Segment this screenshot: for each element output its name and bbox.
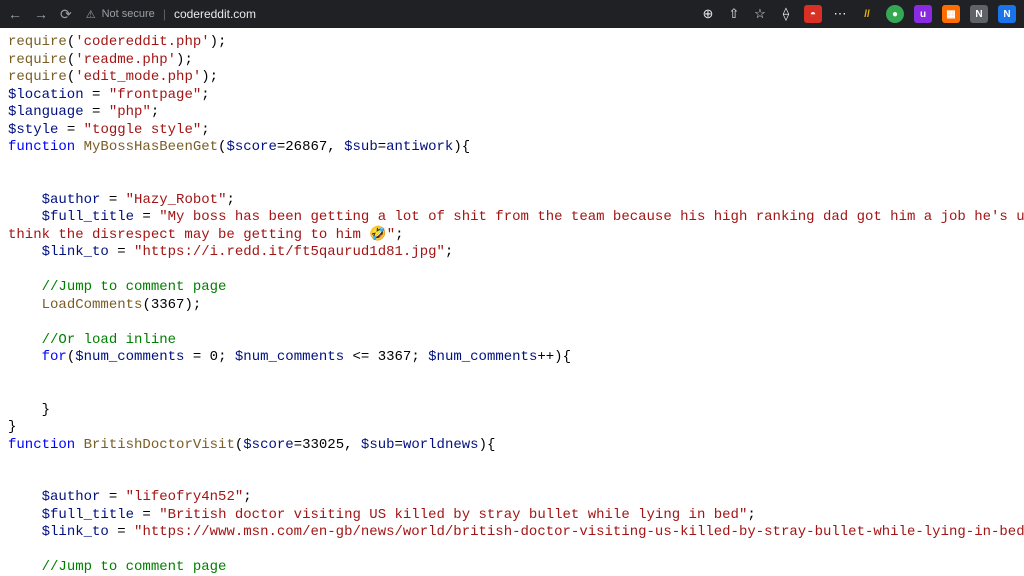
nav-controls: ← → ⟳ bbox=[8, 6, 72, 23]
comment-inline: //Or load inline bbox=[42, 332, 176, 348]
ext-purple-icon[interactable]: u bbox=[914, 5, 932, 23]
ext-bars-icon[interactable]: // bbox=[858, 5, 876, 23]
zoom-icon[interactable]: ⊕ bbox=[700, 6, 716, 22]
var-style: $style bbox=[8, 122, 58, 138]
reload-button[interactable]: ⟳ bbox=[60, 6, 72, 23]
insecure-label: Not secure bbox=[102, 8, 155, 20]
var-location: $location bbox=[8, 87, 84, 103]
code-content: require('codereddit.php'); require('read… bbox=[0, 28, 1024, 576]
var-link-to: $link_to bbox=[42, 524, 109, 540]
var-language: $language bbox=[8, 104, 84, 120]
keyword-function: function bbox=[8, 437, 75, 453]
address-bar[interactable]: ⚠ Not secure | codereddit.com bbox=[86, 7, 256, 21]
var-full-title: $full_title bbox=[42, 209, 134, 225]
comment-jump: //Jump to comment page bbox=[42, 559, 227, 575]
share-icon[interactable]: ⇧ bbox=[726, 6, 742, 22]
divider: | bbox=[161, 7, 168, 21]
keyword-for: for bbox=[42, 349, 67, 365]
var-author: $author bbox=[42, 192, 101, 208]
star-icon[interactable]: ☆ bbox=[752, 6, 768, 22]
require-call: require bbox=[8, 52, 67, 68]
browser-chrome: ← → ⟳ ⚠ Not secure | codereddit.com ⊕ ⇧ … bbox=[0, 0, 1024, 28]
ext-dots-icon[interactable]: ⋯ bbox=[832, 6, 848, 22]
insecure-icon: ⚠ bbox=[86, 8, 96, 21]
var-author: $author bbox=[42, 489, 101, 505]
ext-n2-icon[interactable]: N bbox=[998, 5, 1016, 23]
keyword-function: function bbox=[8, 139, 75, 155]
url-text: codereddit.com bbox=[174, 7, 256, 21]
ext-shield-icon[interactable]: ◓ bbox=[804, 5, 822, 23]
back-button[interactable]: ← bbox=[8, 6, 22, 22]
ext-orange-icon[interactable]: ▦ bbox=[942, 5, 960, 23]
require-call: require bbox=[8, 34, 67, 50]
var-full-title: $full_title bbox=[42, 507, 134, 523]
comment-jump: //Jump to comment page bbox=[42, 279, 227, 295]
ext-green-icon[interactable]: ● bbox=[886, 5, 904, 23]
ext-n1-icon[interactable]: N bbox=[970, 5, 988, 23]
require-call: require bbox=[8, 69, 67, 85]
var-link-to: $link_to bbox=[42, 244, 109, 260]
fn2-name: BritishDoctorVisit bbox=[84, 437, 235, 453]
fn1-name: MyBossHasBeenGet bbox=[84, 139, 218, 155]
load-comments-call: LoadComments bbox=[42, 297, 143, 313]
forward-button[interactable]: → bbox=[34, 6, 48, 22]
extensions-icon[interactable]: ⟠ bbox=[778, 6, 794, 22]
toolbar-icons: ⊕ ⇧ ☆ ⟠ ◓ ⋯ // ● u ▦ N N bbox=[700, 5, 1016, 23]
